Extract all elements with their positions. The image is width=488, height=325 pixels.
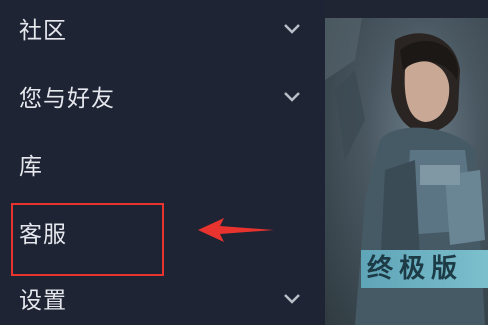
menu-item-friends[interactable]: 您与好友 [0,71,325,121]
chevron-down-icon [281,287,303,309]
menu-item-community[interactable]: 社区 [0,3,325,53]
edition-banner-text: 终极版 [367,254,464,284]
menu-item-label: 社区 [19,18,67,44]
pointer-arrow-icon [198,218,274,242]
menu-item-label: 设置 [19,288,67,314]
menu-item-settings[interactable]: 设置 [0,273,325,323]
menu-item-label: 您与好友 [19,86,115,112]
menu-item-label: 库 [19,154,43,180]
highlight-box [11,203,164,276]
menu-item-library[interactable]: 库 [0,139,325,189]
chevron-down-icon [281,17,303,39]
chevron-down-icon [281,85,303,107]
sidebar-menu: 社区 您与好友 库 客服 设置 [0,0,325,325]
top-bar [325,0,488,18]
game-artwork: 终极版 [325,0,488,325]
